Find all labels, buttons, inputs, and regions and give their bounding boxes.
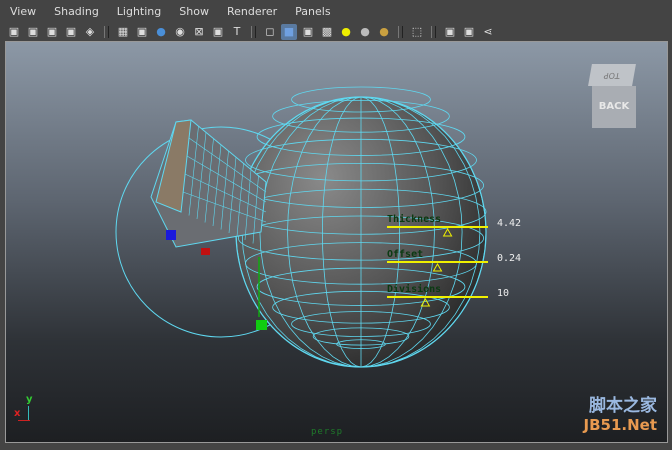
manip-label: Offset (387, 249, 423, 260)
film-gate-icon[interactable]: ▣ (134, 24, 150, 40)
grid-icon[interactable]: ◈ (82, 24, 98, 40)
manip-label: Divisions (387, 283, 441, 295)
share-icon[interactable]: ⋖ (480, 24, 496, 40)
toolbar-separator (431, 25, 436, 38)
manip-handle-green (256, 320, 267, 330)
menu-panels[interactable]: Panels (285, 5, 338, 18)
camera-label: persp (311, 427, 344, 437)
manip-handle-blue (166, 230, 176, 240)
axis-indicator: y x (14, 394, 33, 421)
manip-value: 4.42 (497, 218, 521, 229)
texture-icon[interactable]: T (229, 24, 245, 40)
xray-icon[interactable]: ◉ (172, 24, 188, 40)
components-icon[interactable]: ▣ (210, 24, 226, 40)
smooth-shade-icon[interactable]: ● (153, 24, 169, 40)
camera-attributes-icon[interactable]: ▣ (25, 24, 41, 40)
perspective-viewport[interactable]: Thickness 4.42 Offset 0.24 Divisions 10 TOP B… (5, 41, 668, 443)
shaded-cube-icon[interactable]: ■ (281, 23, 297, 40)
two-panes-icon[interactable]: ▣ (461, 24, 477, 40)
default-light-icon[interactable]: ● (338, 24, 354, 40)
cube-view-icon[interactable]: ▣ (442, 24, 458, 40)
menu-renderer[interactable]: Renderer (217, 5, 285, 18)
watermark: 脚本之家 JB51.Net (583, 396, 657, 434)
select-tool-icon[interactable]: ⬚ (409, 24, 425, 40)
isolate-icon[interactable]: ⊠ (191, 24, 207, 40)
manip-label: Thickness (387, 213, 441, 225)
manip-value: 10 (497, 288, 509, 299)
toolbar-separator (398, 25, 403, 38)
manip-handle-red (201, 248, 210, 255)
wireframe-icon[interactable]: ▦ (115, 24, 131, 40)
view-cube[interactable]: TOP BACK (588, 64, 643, 132)
all-lights-icon[interactable]: ● (357, 24, 373, 40)
panel-toolbar: ▣ ▣ ▣ ▣ ◈ ▦ ▣ ● ◉ ⊠ ▣ T ◻ ■ ▣ ▩ ● ● ● ⬚ ▣ ▣ ⋖ (0, 22, 672, 41)
wireframe-cube-icon[interactable]: ◻ (262, 24, 278, 40)
checker-icon[interactable]: ▩ (319, 24, 335, 40)
manip-value: 0.24 (497, 253, 521, 264)
shadows-icon[interactable]: ● (376, 24, 392, 40)
menu-shading[interactable]: Shading (44, 5, 107, 18)
view-cube-top[interactable]: TOP (588, 64, 636, 86)
menu-show[interactable]: Show (169, 5, 217, 18)
menu-lighting[interactable]: Lighting (107, 5, 169, 18)
camera-select-icon[interactable]: ▣ (6, 24, 22, 40)
bookmark-icon[interactable]: ▣ (44, 24, 60, 40)
toolbar-separator (104, 25, 109, 38)
view-cube-back[interactable]: BACK (592, 86, 636, 128)
image-plane-icon[interactable]: ▣ (63, 24, 79, 40)
menu-view[interactable]: View (0, 5, 44, 18)
toolbar-separator (251, 25, 256, 38)
menu-bar: View Shading Lighting Show Renderer Pane… (0, 0, 672, 22)
scene: Thickness 4.42 Offset 0.24 Divisions 10 (115, 86, 521, 368)
wireframe-on-shaded-icon[interactable]: ▣ (300, 24, 316, 40)
